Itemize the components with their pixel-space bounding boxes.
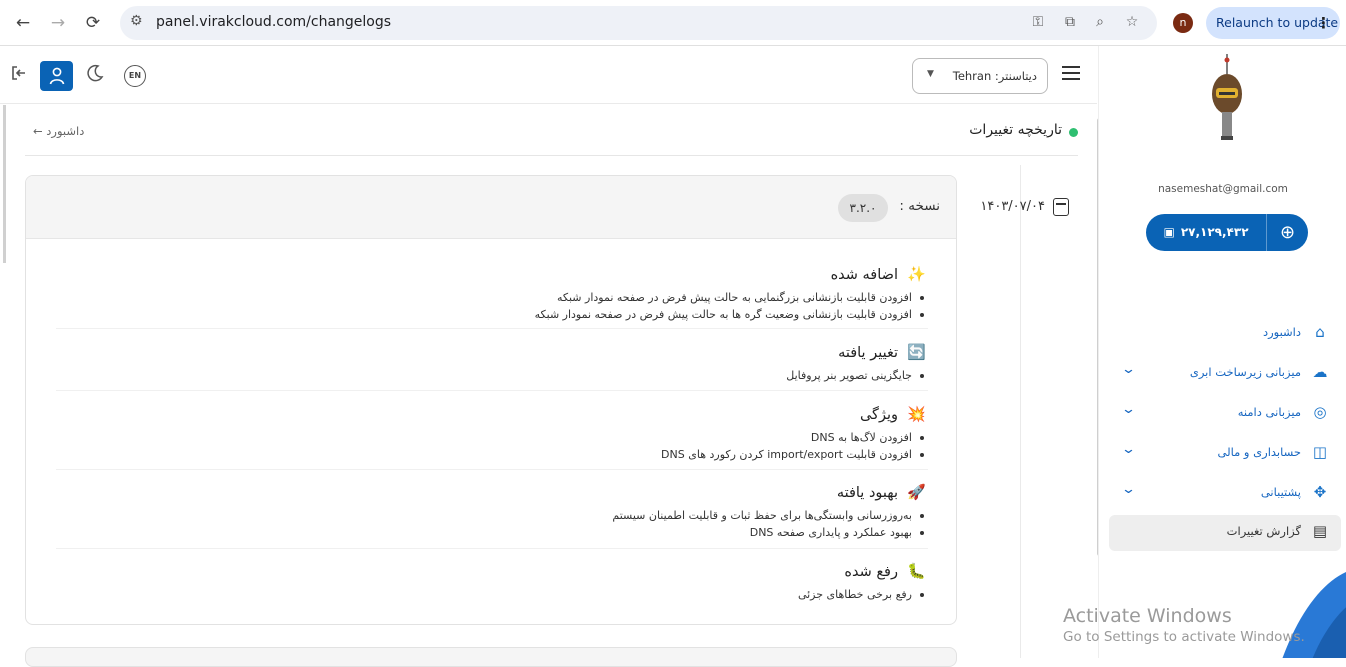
- bag-icon: ◫: [1312, 443, 1328, 461]
- chevron-down-icon[interactable]: ⌄: [1121, 442, 1136, 457]
- page-scrollbar-left[interactable]: [3, 105, 6, 263]
- list-item: افزودن لاگ‌ها به DNS: [46, 429, 926, 446]
- version-header: نسخه : ۳.۲.۰: [26, 176, 956, 239]
- list-item: افزودن قابلیت بازنشانی وضعیت گره ها به ح…: [46, 306, 926, 323]
- site-settings-icon[interactable]: ⚙: [130, 13, 148, 33]
- collision-icon: 💥: [907, 405, 926, 423]
- section-improved: 🚀 بهبود یافته به‌روزرسانی وابستگی‌ها برای…: [46, 479, 926, 541]
- sidebar-item-dashboard[interactable]: ⌂ داشبورد: [1109, 316, 1341, 350]
- section-changed: 🔄 تغییر یافته جایگزینی تصویر بنر پروفایل: [46, 339, 926, 384]
- section-divider: [56, 548, 928, 549]
- mascot-avatar: [1212, 54, 1242, 140]
- section-feature: 💥 ویژگی افزودن لاگ‌ها به DNS افزودن قابلی…: [46, 401, 926, 463]
- chevron-down-icon[interactable]: ⌄: [1121, 402, 1136, 417]
- sidebar-item-label: میزبانی زیرساخت ابری: [1189, 365, 1301, 379]
- zoom-icon[interactable]: ⌕: [1090, 14, 1110, 34]
- puzzle-icon: ✥: [1313, 483, 1327, 501]
- url-text[interactable]: panel.virakcloud.com/changelogs: [156, 14, 391, 30]
- hamburger-menu-icon[interactable]: [1062, 66, 1080, 80]
- bookmark-star-icon[interactable]: ☆: [1122, 14, 1142, 34]
- wallet-widget[interactable]: ▣ ۲۷,۱۲۹,۴۳۲ ⊕: [1146, 214, 1308, 251]
- sidebar: nasemeshat@gmail.com ▣ ۲۷,۱۲۹,۴۳۲ ⊕ ⌂ داش…: [1098, 46, 1346, 658]
- bug-icon: 🐛: [907, 562, 926, 580]
- sidebar-item-cloud-hosting[interactable]: ☁ میزبانی زیرساخت ابری ⌄: [1109, 356, 1341, 390]
- more-menu-icon[interactable]: ⋮: [1316, 7, 1331, 39]
- sidebar-item-support[interactable]: ✥ پشتیبانی ⌄: [1109, 476, 1341, 510]
- sidebar-item-label: میزبانی دامنه: [1237, 405, 1301, 419]
- sidebar-item-domain-hosting[interactable]: ◎ میزبانی دامنه ⌄: [1109, 396, 1341, 430]
- dns-icon: ◎: [1313, 403, 1327, 421]
- report-icon: ▤: [1312, 522, 1328, 540]
- date-text: ۱۴۰۳/۰۷/۰۴: [980, 199, 1045, 214]
- page-header: تاریخچه تغییرات داشبورد ←: [25, 110, 1078, 156]
- sidebar-item-label: داشبورد: [1262, 325, 1301, 339]
- list-item: جایگزینی تصویر بنر پروفایل: [46, 367, 926, 384]
- chevron-down-icon[interactable]: ⌄: [1121, 482, 1136, 497]
- list-item: به‌روزرسانی وابستگی‌ها برای حفظ ثبات و ق…: [46, 507, 926, 524]
- sparkles-icon: ✨: [907, 265, 926, 283]
- user-account-button[interactable]: [40, 61, 73, 91]
- timeline-line: [1020, 165, 1021, 658]
- sidebar-item-changelog[interactable]: ▤ گزارش تغییرات: [1109, 515, 1341, 551]
- status-dot: [1069, 128, 1078, 137]
- app-topbar: EN دیتاسنتر: Tehran ▼: [0, 46, 1097, 104]
- logout-icon[interactable]: [6, 63, 32, 89]
- cloud-icon: ☁: [1312, 363, 1328, 381]
- list-item: افزودن قابلیت بازنشانی بزرگنمایی به حالت…: [46, 289, 926, 306]
- section-title: تغییر یافته: [838, 345, 898, 361]
- windows-activation-watermark: Activate Windows Go to Settings to activ…: [1063, 605, 1305, 645]
- sidebar-item-label: حسابداری و مالی: [1217, 445, 1301, 459]
- datacenter-select[interactable]: دیتاسنتر: Tehran ▼: [912, 58, 1048, 94]
- user-email: nasemeshat@gmail.com: [1158, 183, 1288, 195]
- version-label: نسخه :: [899, 198, 940, 214]
- sidebar-item-accounting[interactable]: ◫ حسابداری و مالی ⌄: [1109, 436, 1341, 470]
- datacenter-label: دیتاسنتر: Tehran: [952, 69, 1037, 83]
- section-divider: [56, 390, 928, 391]
- section-added: ✨ اضافه شده افزودن قابلیت بازنشانی بزرگنم…: [46, 261, 926, 323]
- watermark-line2: Go to Settings to activate Windows.: [1063, 629, 1305, 645]
- page-title: تاریخچه تغییرات: [969, 122, 1062, 138]
- chevron-down-icon[interactable]: ⌄: [1121, 362, 1136, 377]
- password-key-icon[interactable]: ⚿: [1028, 14, 1048, 34]
- address-bar[interactable]: ⚙ panel.virakcloud.com/changelogs ⚿ ⧉ ⌕ …: [120, 6, 1157, 40]
- section-title: ویژگی: [859, 407, 898, 423]
- refresh-icon: 🔄: [907, 343, 926, 361]
- back-to-dashboard-link[interactable]: داشبورد ←: [33, 124, 84, 138]
- changelog-date: ۱۴۰۳/۰۷/۰۴: [975, 198, 1075, 220]
- section-fixed: 🐛 رفع شده رفع برخی خطاهای جزئی: [46, 558, 926, 603]
- back-arrow-icon[interactable]: ←: [10, 10, 36, 36]
- wallet-icon: ▣: [1163, 225, 1175, 239]
- add-funds-button[interactable]: ⊕: [1266, 214, 1308, 251]
- section-title: اضافه شده: [830, 267, 898, 283]
- changelog-card: نسخه : ۳.۲.۰ ✨ اضافه شده افزودن قابلیت با…: [25, 175, 957, 625]
- balance-button[interactable]: ▣ ۲۷,۱۲۹,۴۳۲: [1146, 214, 1266, 251]
- install-app-icon[interactable]: ⧉: [1060, 14, 1080, 34]
- version-badge: ۳.۲.۰: [838, 194, 888, 222]
- home-icon: ⌂: [1315, 323, 1325, 341]
- calendar-icon: [1053, 198, 1069, 216]
- profile-avatar[interactable]: n: [1173, 13, 1193, 33]
- relaunch-button[interactable]: Relaunch to update ⋮: [1206, 7, 1340, 39]
- watermark-line1: Activate Windows: [1063, 605, 1232, 627]
- list-item: افزودن قابلیت import/export کردن رکورد ه…: [46, 446, 926, 463]
- add-wallet-icon: ⊕: [1279, 222, 1296, 243]
- forward-arrow-icon[interactable]: →: [45, 10, 71, 36]
- section-divider: [56, 328, 928, 329]
- section-title: بهبود یافته: [836, 485, 898, 501]
- balance-amount: ۲۷,۱۲۹,۴۳۲: [1180, 225, 1249, 239]
- rocket-icon: 🚀: [907, 483, 926, 501]
- section-divider: [56, 469, 928, 470]
- language-toggle-en[interactable]: EN: [124, 65, 146, 87]
- next-changelog-card: [25, 647, 957, 667]
- dark-mode-moon-icon[interactable]: [82, 63, 108, 89]
- reload-icon[interactable]: ⟳: [80, 10, 106, 36]
- browser-toolbar: ← → ⟳ ⚙ panel.virakcloud.com/changelogs …: [0, 0, 1346, 46]
- dropdown-caret-icon: ▼: [927, 69, 934, 79]
- sidebar-item-label: پشتیبانی: [1260, 485, 1301, 499]
- list-item: رفع برخی خطاهای جزئی: [46, 586, 926, 603]
- sidebar-item-label: گزارش تغییرات: [1226, 524, 1301, 538]
- section-title: رفع شده: [844, 564, 898, 580]
- list-item: بهبود عملکرد و پایداری صفحه DNS: [46, 524, 926, 541]
